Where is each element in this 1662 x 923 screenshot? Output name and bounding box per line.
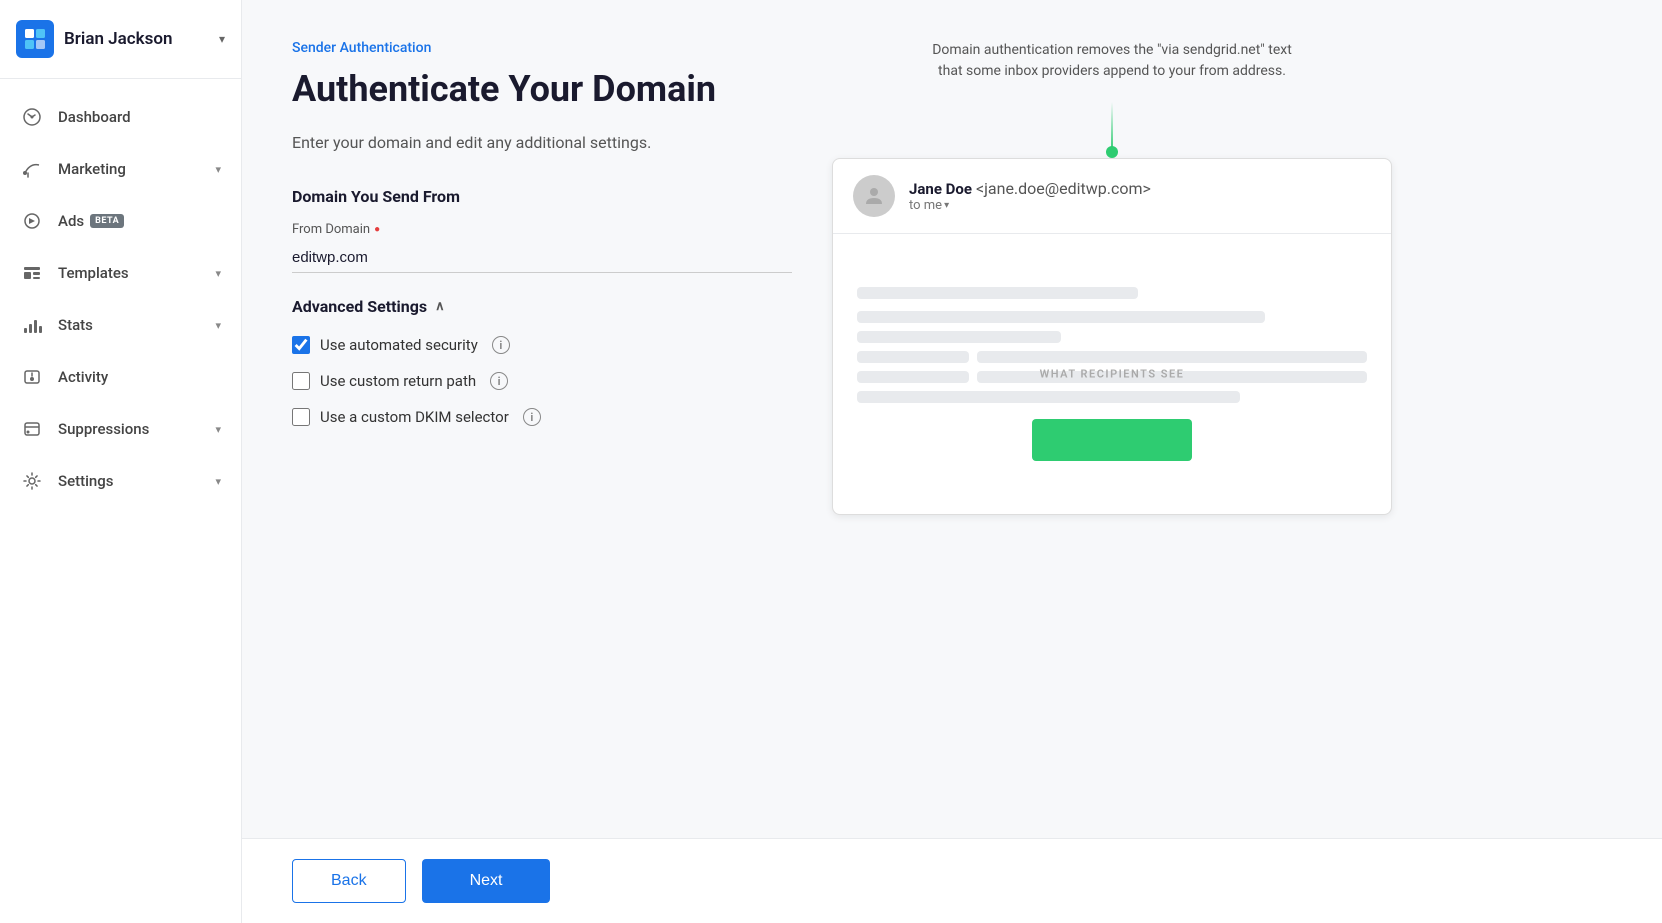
skeleton-line-6 bbox=[857, 391, 1240, 403]
sidebar-label-templates: Templates bbox=[58, 264, 129, 282]
custom-return-path-info-icon[interactable]: i bbox=[490, 372, 508, 390]
from-domain-input[interactable] bbox=[292, 243, 792, 273]
footer-bar: Back Next bbox=[242, 838, 1662, 923]
main-area: Sender Authentication Authenticate Your … bbox=[242, 0, 1662, 923]
settings-icon bbox=[20, 469, 44, 493]
domain-section: Domain You Send From From Domain ● bbox=[292, 187, 792, 273]
sidebar: Brian Jackson ▾ Dashboard bbox=[0, 0, 242, 923]
sidebar-label-stats: Stats bbox=[58, 316, 93, 334]
automated-security-label: Use automated security bbox=[320, 336, 478, 354]
custom-return-path-checkbox[interactable] bbox=[292, 372, 310, 390]
sidebar-label-ads: Ads bbox=[58, 212, 84, 230]
page-subtitle: Enter your domain and edit any additiona… bbox=[292, 131, 792, 155]
marketing-icon bbox=[20, 157, 44, 181]
skeleton-line-2 bbox=[857, 311, 1265, 323]
advanced-settings-label: Advanced Settings bbox=[292, 297, 427, 316]
custom-dkim-label: Use a custom DKIM selector bbox=[320, 408, 509, 426]
templates-chevron: ▾ bbox=[215, 267, 221, 280]
checkbox-automated-security[interactable]: Use automated security i bbox=[292, 336, 792, 354]
field-label: From Domain ● bbox=[292, 222, 792, 237]
ads-beta-badge: BETA bbox=[90, 214, 124, 228]
automated-security-info-icon[interactable]: i bbox=[492, 336, 510, 354]
email-to-chevron-icon: ▾ bbox=[944, 200, 949, 211]
suppressions-icon bbox=[20, 417, 44, 441]
sidebar-item-stats[interactable]: Stats ▾ bbox=[0, 299, 241, 351]
activity-icon bbox=[20, 365, 44, 389]
preview-section: Domain authentication removes the "via s… bbox=[832, 40, 1392, 798]
what-recipients-see-label: WHAT RECIPIENTS SEE bbox=[1040, 368, 1185, 381]
user-logo bbox=[16, 20, 54, 58]
domain-section-title: Domain You Send From bbox=[292, 187, 792, 206]
email-to-line: to me ▾ bbox=[909, 198, 1151, 213]
sidebar-item-activity[interactable]: Activity bbox=[0, 351, 241, 403]
skeleton-lines-top bbox=[857, 287, 1367, 403]
page-title: Authenticate Your Domain bbox=[292, 68, 792, 111]
skeleton-line-3 bbox=[857, 331, 1061, 343]
sidebar-label-settings: Settings bbox=[58, 472, 114, 490]
email-preview-wrapper: Jane Doe <jane.doe@editwp.com> to me ▾ bbox=[832, 102, 1392, 515]
user-name: Brian Jackson bbox=[64, 29, 219, 49]
skeleton-line-1 bbox=[857, 287, 1138, 299]
user-menu-chevron: ▾ bbox=[219, 32, 225, 46]
email-cta-preview bbox=[1032, 419, 1192, 461]
next-button[interactable]: Next bbox=[422, 859, 551, 903]
back-button[interactable]: Back bbox=[292, 859, 406, 903]
email-preview-card: Jane Doe <jane.doe@editwp.com> to me ▾ bbox=[832, 158, 1392, 515]
email-sender-info: Jane Doe <jane.doe@editwp.com> to me ▾ bbox=[909, 179, 1151, 213]
advanced-chevron-icon: ∧ bbox=[435, 299, 445, 314]
skeleton-line-4b bbox=[977, 351, 1367, 363]
email-header: Jane Doe <jane.doe@editwp.com> to me ▾ bbox=[833, 159, 1391, 234]
skeleton-line-4a bbox=[857, 351, 969, 363]
ads-icon bbox=[20, 209, 44, 233]
advanced-settings-toggle[interactable]: Advanced Settings ∧ bbox=[292, 297, 792, 316]
required-indicator: ● bbox=[374, 224, 380, 235]
automated-security-checkbox[interactable] bbox=[292, 336, 310, 354]
email-sender-name: Jane Doe <jane.doe@editwp.com> bbox=[909, 179, 1151, 198]
sidebar-label-dashboard: Dashboard bbox=[58, 108, 131, 126]
stats-chevron: ▾ bbox=[215, 319, 221, 332]
custom-dkim-info-icon[interactable]: i bbox=[523, 408, 541, 426]
checkbox-custom-dkim[interactable]: Use a custom DKIM selector i bbox=[292, 408, 792, 426]
breadcrumb: Sender Authentication bbox=[292, 40, 792, 56]
sidebar-nav: Dashboard Marketing ▾ Ads B bbox=[0, 79, 241, 923]
sidebar-label-suppressions: Suppressions bbox=[58, 420, 149, 438]
preview-description: Domain authentication removes the "via s… bbox=[922, 40, 1302, 82]
sidebar-item-templates[interactable]: Templates ▾ bbox=[0, 247, 241, 299]
email-body: WHAT RECIPIENTS SEE bbox=[833, 234, 1391, 514]
marketing-chevron: ▾ bbox=[215, 163, 221, 176]
sidebar-item-ads[interactable]: Ads BETA bbox=[0, 195, 241, 247]
sidebar-item-marketing[interactable]: Marketing ▾ bbox=[0, 143, 241, 195]
form-section: Sender Authentication Authenticate Your … bbox=[292, 40, 792, 798]
stats-icon bbox=[20, 313, 44, 337]
sidebar-item-settings[interactable]: Settings ▾ bbox=[0, 455, 241, 507]
suppressions-chevron: ▾ bbox=[215, 423, 221, 436]
sidebar-label-activity: Activity bbox=[58, 368, 108, 386]
advanced-settings-section: Advanced Settings ∧ Use automated securi… bbox=[292, 297, 792, 426]
skeleton-line-5a bbox=[857, 371, 969, 383]
settings-chevron: ▾ bbox=[215, 475, 221, 488]
sender-avatar bbox=[853, 175, 895, 217]
templates-icon bbox=[20, 261, 44, 285]
custom-dkim-checkbox[interactable] bbox=[292, 408, 310, 426]
dashboard-icon bbox=[20, 105, 44, 129]
email-sender-address: <jane.doe@editwp.com> bbox=[976, 179, 1151, 198]
content-area: Sender Authentication Authenticate Your … bbox=[242, 0, 1662, 838]
user-menu[interactable]: Brian Jackson ▾ bbox=[0, 0, 241, 79]
sidebar-item-suppressions[interactable]: Suppressions ▾ bbox=[0, 403, 241, 455]
sidebar-item-dashboard[interactable]: Dashboard bbox=[0, 91, 241, 143]
sidebar-label-marketing: Marketing bbox=[58, 160, 126, 178]
checkbox-custom-return-path[interactable]: Use custom return path i bbox=[292, 372, 792, 390]
custom-return-path-label: Use custom return path bbox=[320, 372, 476, 390]
